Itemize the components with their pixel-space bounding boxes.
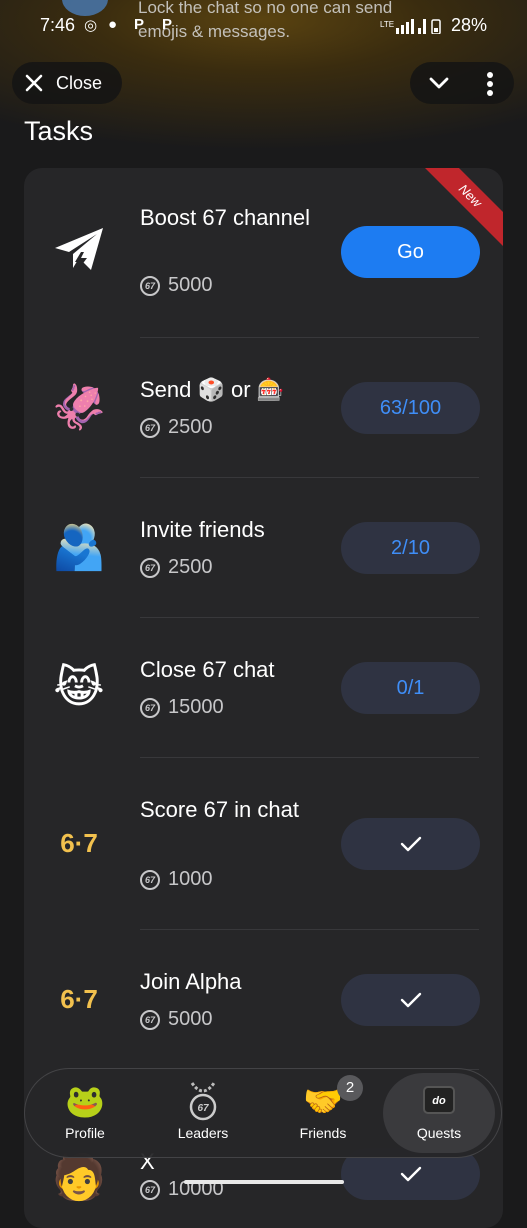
task-name: Join Alpha — [140, 969, 242, 994]
coin-icon: 67 — [140, 417, 160, 438]
task-name: Score 67 in chat — [140, 797, 299, 822]
task-row: 6·7 Join Alpha 67 5000 — [24, 930, 503, 1070]
chevron-down-icon[interactable] — [428, 74, 450, 92]
close-button[interactable]: Close — [12, 62, 122, 104]
crying-cat-icon: 😹 — [53, 662, 105, 712]
friends-hug-icon: 🫂 — [51, 523, 107, 572]
more-options-icon[interactable] — [486, 72, 494, 96]
close-icon — [25, 74, 43, 92]
svg-text:LTE: LTE — [380, 20, 394, 29]
task-reward: 67 1000 — [140, 868, 213, 891]
close-label: Close — [56, 72, 103, 93]
coin-icon: 67 — [140, 1179, 160, 1200]
six-seven-hands-icon: 6·7 — [60, 827, 98, 858]
coin-icon: 67 — [140, 869, 160, 890]
task-reward-value: 5000 — [168, 274, 213, 296]
bottom-nav: 🐸 Profile 67 Leaders 🤝 2 Friends do Ques… — [24, 1068, 502, 1158]
checkmark-icon — [400, 836, 421, 852]
task-completed-button[interactable] — [341, 818, 480, 870]
keycap-icon: do — [417, 1081, 461, 1121]
task-progress-button[interactable]: 63/100 — [341, 382, 480, 434]
chain-medal-icon: 67 — [181, 1081, 225, 1121]
friends-count-badge: 2 — [337, 1075, 363, 1101]
task-row: 😹 Close 67 chat 67 15000 0/1 — [24, 618, 503, 758]
squid-laptop-icon: 🦑 — [51, 383, 107, 432]
task-row: 6·7 Score 67 in chat 67 1000 — [24, 758, 503, 930]
task-progress-button[interactable]: 0/1 — [341, 662, 480, 714]
header-menu-pill — [410, 62, 514, 104]
page-title: Tasks — [24, 116, 94, 146]
nav-label: Leaders — [177, 1125, 229, 1141]
task-reward: 67 2500 — [140, 556, 213, 579]
task-row: 🫂 Invite friends 67 2500 2/10 — [24, 478, 503, 618]
task-reward: 67 2500 — [140, 416, 213, 439]
task-reward: 67 5000 — [140, 1008, 213, 1031]
coin-icon: 67 — [140, 1009, 160, 1030]
task-progress-button[interactable]: 2/10 — [341, 522, 480, 574]
nav-item-quests[interactable]: do Quests — [383, 1073, 495, 1153]
six-seven-hands-icon: 6·7 — [60, 983, 98, 1014]
coin-icon: 67 — [140, 697, 160, 718]
task-reward: 67 5000 — [140, 274, 213, 297]
home-indicator[interactable] — [184, 1180, 344, 1184]
task-name: Send 🎲 or 🎰 — [140, 377, 285, 402]
nav-item-friends[interactable]: 🤝 2 Friends — [267, 1069, 379, 1157]
task-row: 🦑 Send 🎲 or 🎰 67 2500 63/100 — [24, 338, 503, 478]
nav-label: Friends — [299, 1125, 347, 1141]
chat-icon: ● — [108, 16, 118, 33]
nav-label: Profile — [65, 1125, 105, 1141]
task-completed-button[interactable] — [341, 974, 480, 1026]
notification-avatar — [62, 0, 108, 16]
nav-label: Quests — [416, 1125, 462, 1141]
battery-percent: 28% — [450, 15, 487, 35]
status-bar: Lock the chat so no one can send emojis … — [0, 0, 527, 52]
nav-item-leaders[interactable]: 67 Leaders — [147, 1069, 259, 1157]
signal-icon: LTE — [380, 19, 441, 34]
frog-crown-icon: 🐸 — [65, 1083, 105, 1119]
p-app-icon: P — [134, 16, 145, 33]
task-reward-value: 2500 — [168, 416, 213, 438]
svg-text:do: do — [432, 1095, 446, 1107]
task-go-button[interactable]: Go — [341, 226, 480, 278]
whatsapp-icon: ◎ — [84, 17, 98, 34]
task-name: Boost 67 channel — [140, 205, 311, 230]
task-reward-value: 15000 — [168, 696, 224, 718]
nav-item-profile[interactable]: 🐸 Profile — [29, 1069, 141, 1157]
task-name: Close 67 chat — [140, 657, 275, 682]
task-reward-value: 5000 — [168, 1008, 213, 1030]
task-reward-value: 2500 — [168, 556, 213, 578]
p-app-icon-2: P — [162, 16, 173, 33]
task-reward: 67 15000 — [140, 696, 224, 719]
task-reward-value: 1000 — [168, 868, 213, 890]
checkmark-icon — [400, 1166, 421, 1182]
coin-icon: 67 — [140, 275, 160, 296]
task-name: Invite friends — [140, 517, 265, 542]
telegram-boost-icon — [50, 220, 108, 278]
coin-icon: 67 — [140, 557, 160, 578]
status-time: 7:46 — [40, 15, 76, 35]
medal-label: 67 — [197, 1103, 209, 1114]
task-row: Boost 67 channel 67 5000 Go — [24, 168, 503, 338]
checkmark-icon — [400, 992, 421, 1008]
